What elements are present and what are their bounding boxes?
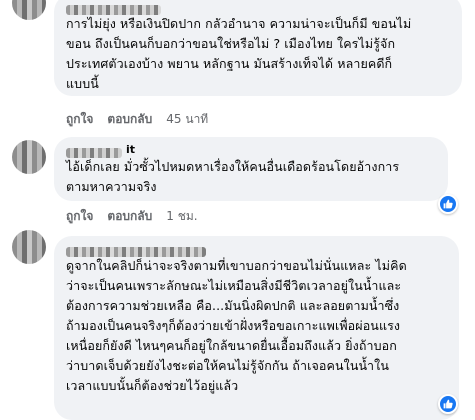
comment-bubble: การไม่ยุ่ง หรือเงินปิดปาก กลัวอำนาจ ความ…: [54, 0, 462, 96]
author-name[interactable]: it: [66, 143, 436, 158]
author-name-suffix: it: [126, 143, 136, 156]
like-icon: [443, 199, 453, 209]
comment-line: ดูจากในคลิปก็น่าจะจริงตามที่เขาบอกว่าขอน…: [66, 258, 407, 273]
comment-line: แบบนี้: [66, 76, 99, 91]
author-name[interactable]: [66, 242, 447, 257]
reply-button[interactable]: ตอบกลับ: [107, 207, 152, 226]
comment-bubble: it ไอ้เด็กเลย มั่วซั้วไปหมดหาเรื่องให้คน…: [54, 137, 448, 201]
comment-line: ไอ้เด็กเลย มั่วซั้วไปหมดหาเรื่องให้คนอื่…: [66, 159, 400, 174]
author-name[interactable]: [66, 0, 450, 15]
comment-line: ต้องการความช่วยเหลือ คือ...มันนิ่งผิดปกต…: [66, 298, 400, 313]
comment-line: ถ้ามองเป็นคนจริงๆก็ต้องว่ายเข้าฝั่งหรือข…: [66, 318, 401, 333]
comment-line: ว่าบาดเจ็บด้วยยังไงชะต่อให้คนไม่รู้จักกั…: [66, 358, 389, 373]
comment-text: ดูจากในคลิปก็น่าจะจริงตามที่เขาบอกว่าขอน…: [66, 256, 447, 396]
comment-bubble: ดูจากในคลิปก็น่าจะจริงตามที่เขาบอกว่าขอน…: [54, 236, 459, 420]
avatar[interactable]: [12, 230, 46, 264]
comment-actions: ถูกใจ ตอบกลับ 1 ชม.: [66, 207, 198, 226]
avatar[interactable]: [12, 0, 46, 20]
comment-line: เหนื่อยก็ยังดี ไหนๆคนก็อยู่ใกล้ขนาดยื่นเ…: [66, 338, 397, 353]
comment-actions: ถูกใจ ตอบกลับ 45 นาที: [66, 110, 208, 129]
timestamp[interactable]: 45 นาที: [166, 110, 208, 129]
comment-text: การไม่ยุ่ง หรือเงินปิดปาก กลัวอำนาจ ความ…: [66, 14, 450, 94]
like-reaction-badge[interactable]: [438, 394, 458, 414]
reply-button[interactable]: ตอบกลับ: [107, 110, 152, 129]
comment-line: ขอน ถึงเป็นคนก็บอกว่าขอนใช่หรือไม่ ? เมื…: [66, 36, 396, 51]
comment-line: เวลาแบบนั้นก็ต้องช่วยไว้อยู่แล้ว: [66, 378, 239, 393]
comment-line: การไม่ยุ่ง หรือเงินปิดปาก กลัวอำนาจ ความ…: [66, 16, 412, 31]
like-button[interactable]: ถูกใจ: [66, 207, 93, 226]
comment-line: ว่าจะเป็นคนเพราะลักษณะไม่เหมือนสิ่งมีชีว…: [66, 278, 402, 293]
timestamp[interactable]: 1 ชม.: [166, 207, 197, 226]
comment-line: ประเทศตัวเองบ้าง พยาน หลักฐาน มันสร้างเท…: [66, 56, 393, 71]
like-button[interactable]: ถูกใจ: [66, 110, 93, 129]
comment-text: ไอ้เด็กเลย มั่วซั้วไปหมดหาเรื่องให้คนอื่…: [66, 157, 436, 197]
comment-line: ตามหาความจริง: [66, 179, 157, 194]
like-reaction-badge[interactable]: [438, 194, 458, 214]
avatar[interactable]: [12, 140, 46, 174]
like-icon: [443, 399, 453, 409]
